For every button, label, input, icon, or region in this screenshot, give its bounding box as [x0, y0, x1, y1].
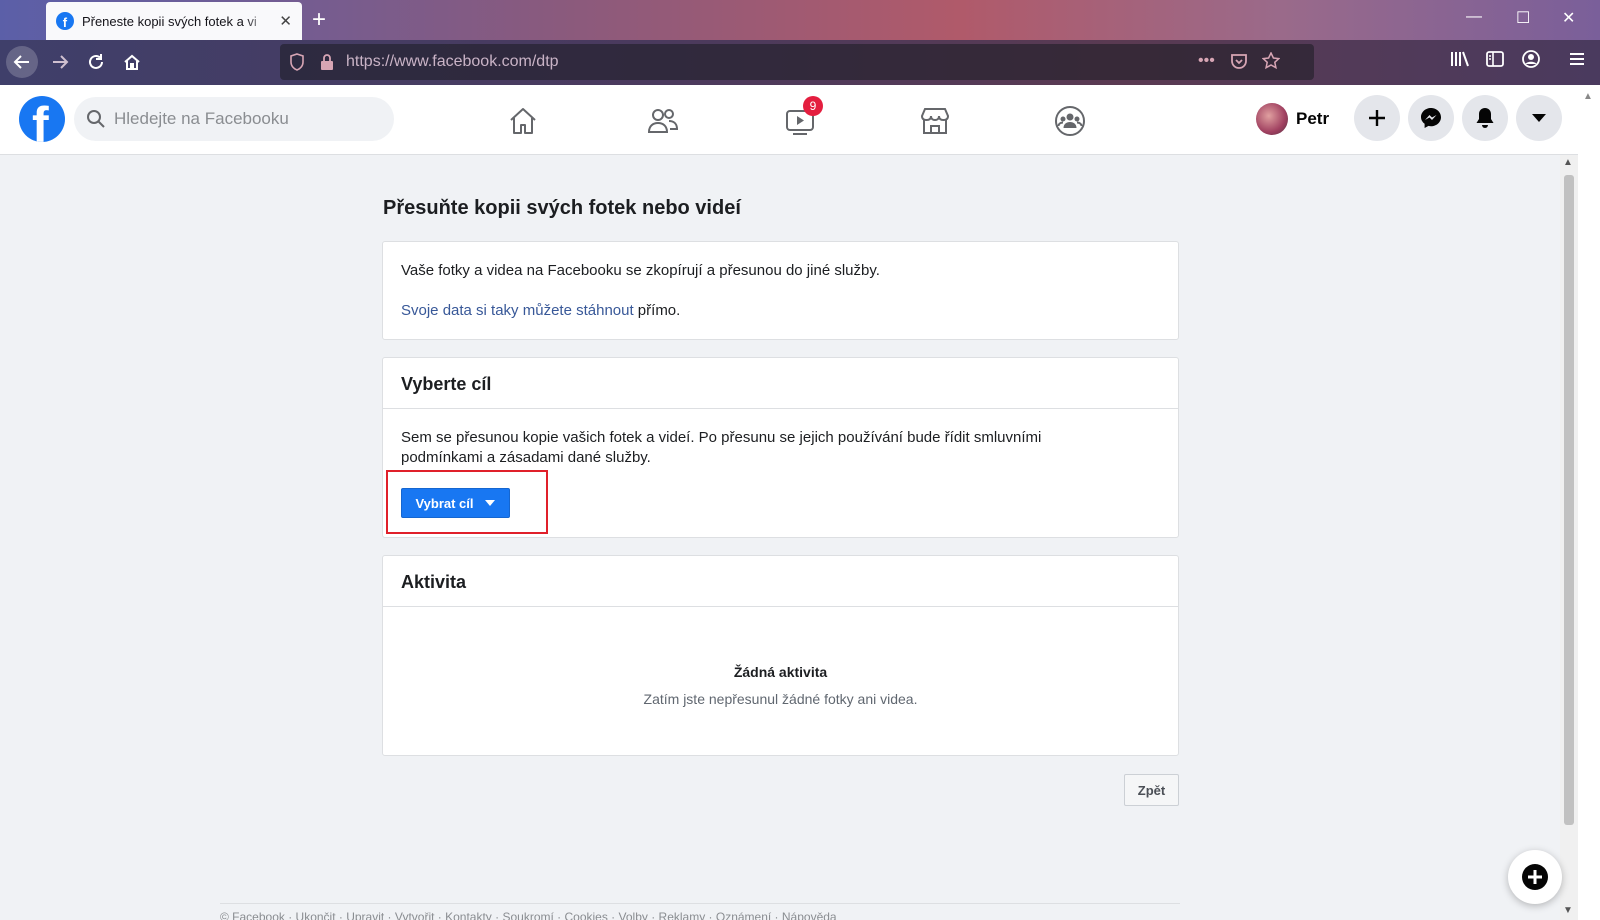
profile-button[interactable]: Petr [1256, 99, 1329, 139]
notification-badge: 9 [803, 96, 823, 116]
search-input[interactable] [114, 97, 384, 141]
nav-friends[interactable] [623, 97, 703, 145]
create-button[interactable] [1354, 95, 1400, 141]
avatar [1256, 103, 1288, 135]
pocket-icon[interactable] [1230, 52, 1248, 75]
profile-name: Petr [1296, 109, 1330, 128]
marketplace-icon [920, 108, 950, 134]
lock-icon[interactable] [320, 53, 334, 76]
home-outline-icon [510, 108, 536, 134]
page-title: Přesuňte kopii svých fotek nebo videí [383, 197, 741, 219]
activity-card: Aktivita Žádná aktivita Zatím jste nepře… [382, 555, 1179, 756]
url-bar[interactable]: https://www.facebook.com/dtp ••• [280, 44, 1314, 80]
account-icon[interactable] [1522, 50, 1540, 73]
browser-nav-bar: https://www.facebook.com/dtp ••• [0, 40, 1600, 85]
back-arrow-icon[interactable] [6, 46, 38, 78]
caret-down-icon [1532, 114, 1546, 122]
new-tab-button[interactable]: + [312, 6, 326, 34]
nav-watch[interactable]: 9 [760, 96, 840, 145]
window-close-button[interactable]: ✕ [1562, 8, 1575, 28]
page-actions-more-icon[interactable]: ••• [1198, 52, 1215, 70]
hamburger-menu-icon[interactable] [1568, 50, 1586, 73]
back-button[interactable]: Zpět [1124, 774, 1179, 806]
download-suffix: přímo. [633, 302, 681, 319]
empty-activity-text: Zatím jste nepřesunul žádné fotky ani vi… [643, 691, 918, 707]
notifications-button[interactable] [1462, 95, 1508, 141]
reload-icon[interactable] [80, 46, 112, 78]
nav-marketplace[interactable] [895, 97, 975, 145]
home-icon[interactable] [116, 46, 148, 78]
intro-text: Vaše fotky a videa na Facebooku se zkopí… [401, 262, 880, 279]
footer-links[interactable]: © Facebook · Ukončit · Upravit · Vytvoři… [220, 910, 837, 920]
facebook-favicon-icon: f [56, 12, 74, 30]
bookmark-star-icon[interactable] [1261, 51, 1281, 75]
facebook-header: f 9 Petr [0, 85, 1600, 155]
library-icon[interactable] [1450, 50, 1470, 73]
groups-icon [1055, 106, 1085, 136]
messenger-button[interactable] [1408, 95, 1454, 141]
scroll-up-arrow-icon[interactable]: ▲ [1583, 91, 1593, 102]
destination-text: Sem se přesunou kopie vašich fotek a vid… [401, 429, 1042, 466]
url-text[interactable]: https://www.facebook.com/dtp [346, 53, 559, 71]
friends-icon [647, 109, 679, 133]
browser-tab[interactable]: f Přeneste kopii svých fotek a vi ✕ [46, 2, 302, 40]
plus-circle-icon [1522, 864, 1548, 890]
nav-groups[interactable] [1030, 97, 1110, 145]
maximize-button[interactable]: ☐ [1516, 8, 1530, 28]
footer-divider [220, 903, 1180, 904]
plus-icon [1369, 110, 1385, 126]
download-data-link[interactable]: Svoje data si taky můžete stáhnout [401, 302, 634, 319]
sidebar-icon[interactable] [1486, 50, 1504, 73]
activity-heading: Aktivita [383, 556, 1178, 607]
empty-activity-title: Žádná aktivita [733, 664, 828, 680]
page-scroll-gutter: ▲ [1578, 85, 1600, 920]
highlight-box [386, 470, 548, 534]
scroll-up-icon[interactable]: ▲ [1563, 157, 1573, 168]
download-line: Svoje data si taky můžete stáhnout přímo… [401, 301, 680, 321]
messenger-icon [1421, 108, 1441, 128]
search-icon [86, 109, 106, 134]
destination-heading: Vyberte cíl [383, 358, 1178, 409]
facebook-logo-icon[interactable]: f [19, 96, 65, 142]
tab-close-icon[interactable]: ✕ [279, 12, 292, 30]
content-scrollbar[interactable]: ▲ ▼ [1560, 155, 1578, 920]
nav-home[interactable] [483, 97, 563, 145]
minimize-button[interactable]: — [1466, 8, 1482, 26]
intro-card: Vaše fotky a videa na Facebooku se zkopí… [382, 241, 1179, 340]
forward-arrow-icon[interactable] [44, 46, 76, 78]
search-box[interactable] [74, 97, 394, 141]
tab-title: Přeneste kopii svých fotek a vi [81, 13, 257, 29]
tracking-shield-icon[interactable] [290, 53, 304, 76]
scroll-thumb[interactable] [1564, 175, 1574, 825]
bell-icon [1476, 108, 1494, 128]
new-message-button[interactable] [1508, 850, 1562, 904]
account-menu-button[interactable] [1516, 95, 1562, 141]
browser-tab-bar: f Přeneste kopii svých fotek a vi ✕ + — … [0, 0, 1600, 40]
scroll-down-icon[interactable]: ▼ [1563, 905, 1573, 916]
